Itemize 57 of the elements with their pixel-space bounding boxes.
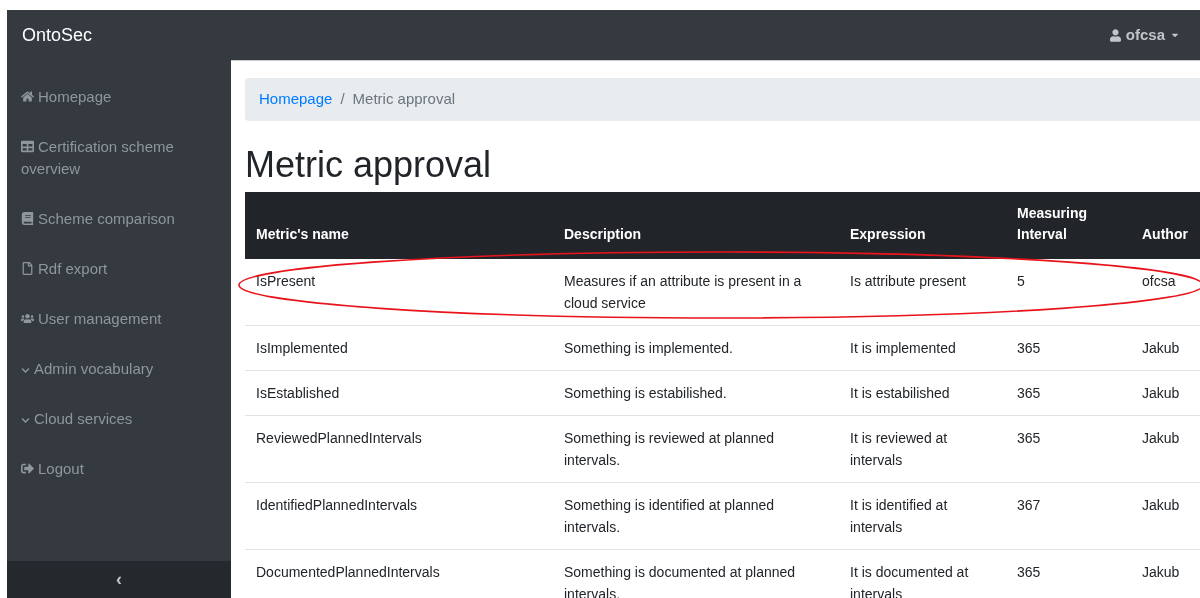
table-cell-text: Jakub — [1142, 339, 1181, 358]
table-cell-text: 365 — [1017, 384, 1042, 403]
breadcrumb-current: Metric approval — [352, 89, 456, 110]
table-cell-text: It is implemented — [850, 339, 957, 358]
table-cell-text: IsPresent — [256, 272, 317, 291]
sidebar-link[interactable]: Scheme comparison — [21, 194, 223, 244]
sign-out-icon — [21, 462, 34, 475]
table-cell-text: Is attribute present — [850, 272, 967, 291]
table-cell-text: ofcsa — [1142, 272, 1177, 291]
table-cell-text: IsImplemented — [256, 339, 349, 358]
table-cell-text: 365 — [1017, 339, 1042, 358]
sidebar-link[interactable]: Homepage — [21, 72, 223, 122]
sidebar-link[interactable]: Logout — [21, 444, 223, 494]
sidebar-link[interactable]: Admin vocabulary — [21, 344, 223, 394]
user-icon — [1109, 28, 1121, 42]
table-cell-text: Jakub — [1142, 429, 1181, 448]
home-icon — [21, 90, 34, 103]
table-cell-text: 5 — [1017, 272, 1026, 291]
table-cell-text: ReviewedPlannedIntervals — [256, 429, 423, 448]
column-header: Author — [1142, 225, 1189, 244]
users-icon — [21, 312, 34, 325]
column-header: Description — [564, 225, 642, 244]
table-cell-text: Something is implemented. — [564, 339, 734, 358]
collapse-sidebar-button[interactable]: ‹ — [7, 561, 231, 598]
table-cell-text: It is reviewed at intervals — [850, 429, 949, 470]
table-cell-text: 365 — [1017, 429, 1042, 448]
user-menu[interactable]: ofcsa — [1109, 23, 1180, 47]
table-cell-text: Something is reviewed at planned intervals. — [564, 429, 776, 470]
table-cell-text: It is identified at intervals — [850, 496, 949, 537]
file-icon — [21, 262, 34, 275]
sidebar-link[interactable]: Certification scheme overview — [21, 122, 223, 194]
table-cell-text: IdentifiedPlannedIntervals — [256, 496, 419, 515]
breadcrumb-link[interactable]: Homepage — [259, 88, 333, 111]
table-cell-text: IsEstablished — [256, 384, 341, 403]
column-header: Expression — [850, 225, 927, 244]
breadcrumb-separator: / — [340, 89, 345, 110]
sidebar-link[interactable]: User management — [21, 294, 223, 344]
table-cell-text: 367 — [1017, 496, 1042, 515]
table-cell-text: DocumentedPlannedIntervals — [256, 563, 441, 582]
table-cell-text: It is estabilished — [850, 384, 951, 403]
sidebar-link[interactable]: Cloud services — [21, 394, 223, 444]
chevron-down-icon — [21, 365, 30, 375]
table-cell-text: Measures if an attribute is present in a cloud service — [564, 272, 803, 313]
page-title: Metric approval — [245, 143, 493, 187]
brand-name[interactable]: OntoSec — [22, 21, 93, 49]
sidebar-link[interactable]: Rdf export — [21, 244, 223, 294]
table-cell-text: Jakub — [1142, 563, 1181, 582]
table-cell-text: Jakub — [1142, 496, 1181, 515]
table-cell-text: Something is estabilished. — [564, 384, 728, 403]
table-cell-text: Something is identified at planned intervals. — [564, 496, 776, 537]
table-cell-text: 365 — [1017, 563, 1042, 582]
table-cell-text: Jakub — [1142, 384, 1181, 403]
book-icon — [21, 212, 34, 225]
column-header: Measuring Interval — [1017, 204, 1088, 244]
table-icon — [21, 140, 34, 153]
chevron-down-icon — [21, 415, 30, 425]
column-header: Metric's name — [256, 225, 350, 244]
